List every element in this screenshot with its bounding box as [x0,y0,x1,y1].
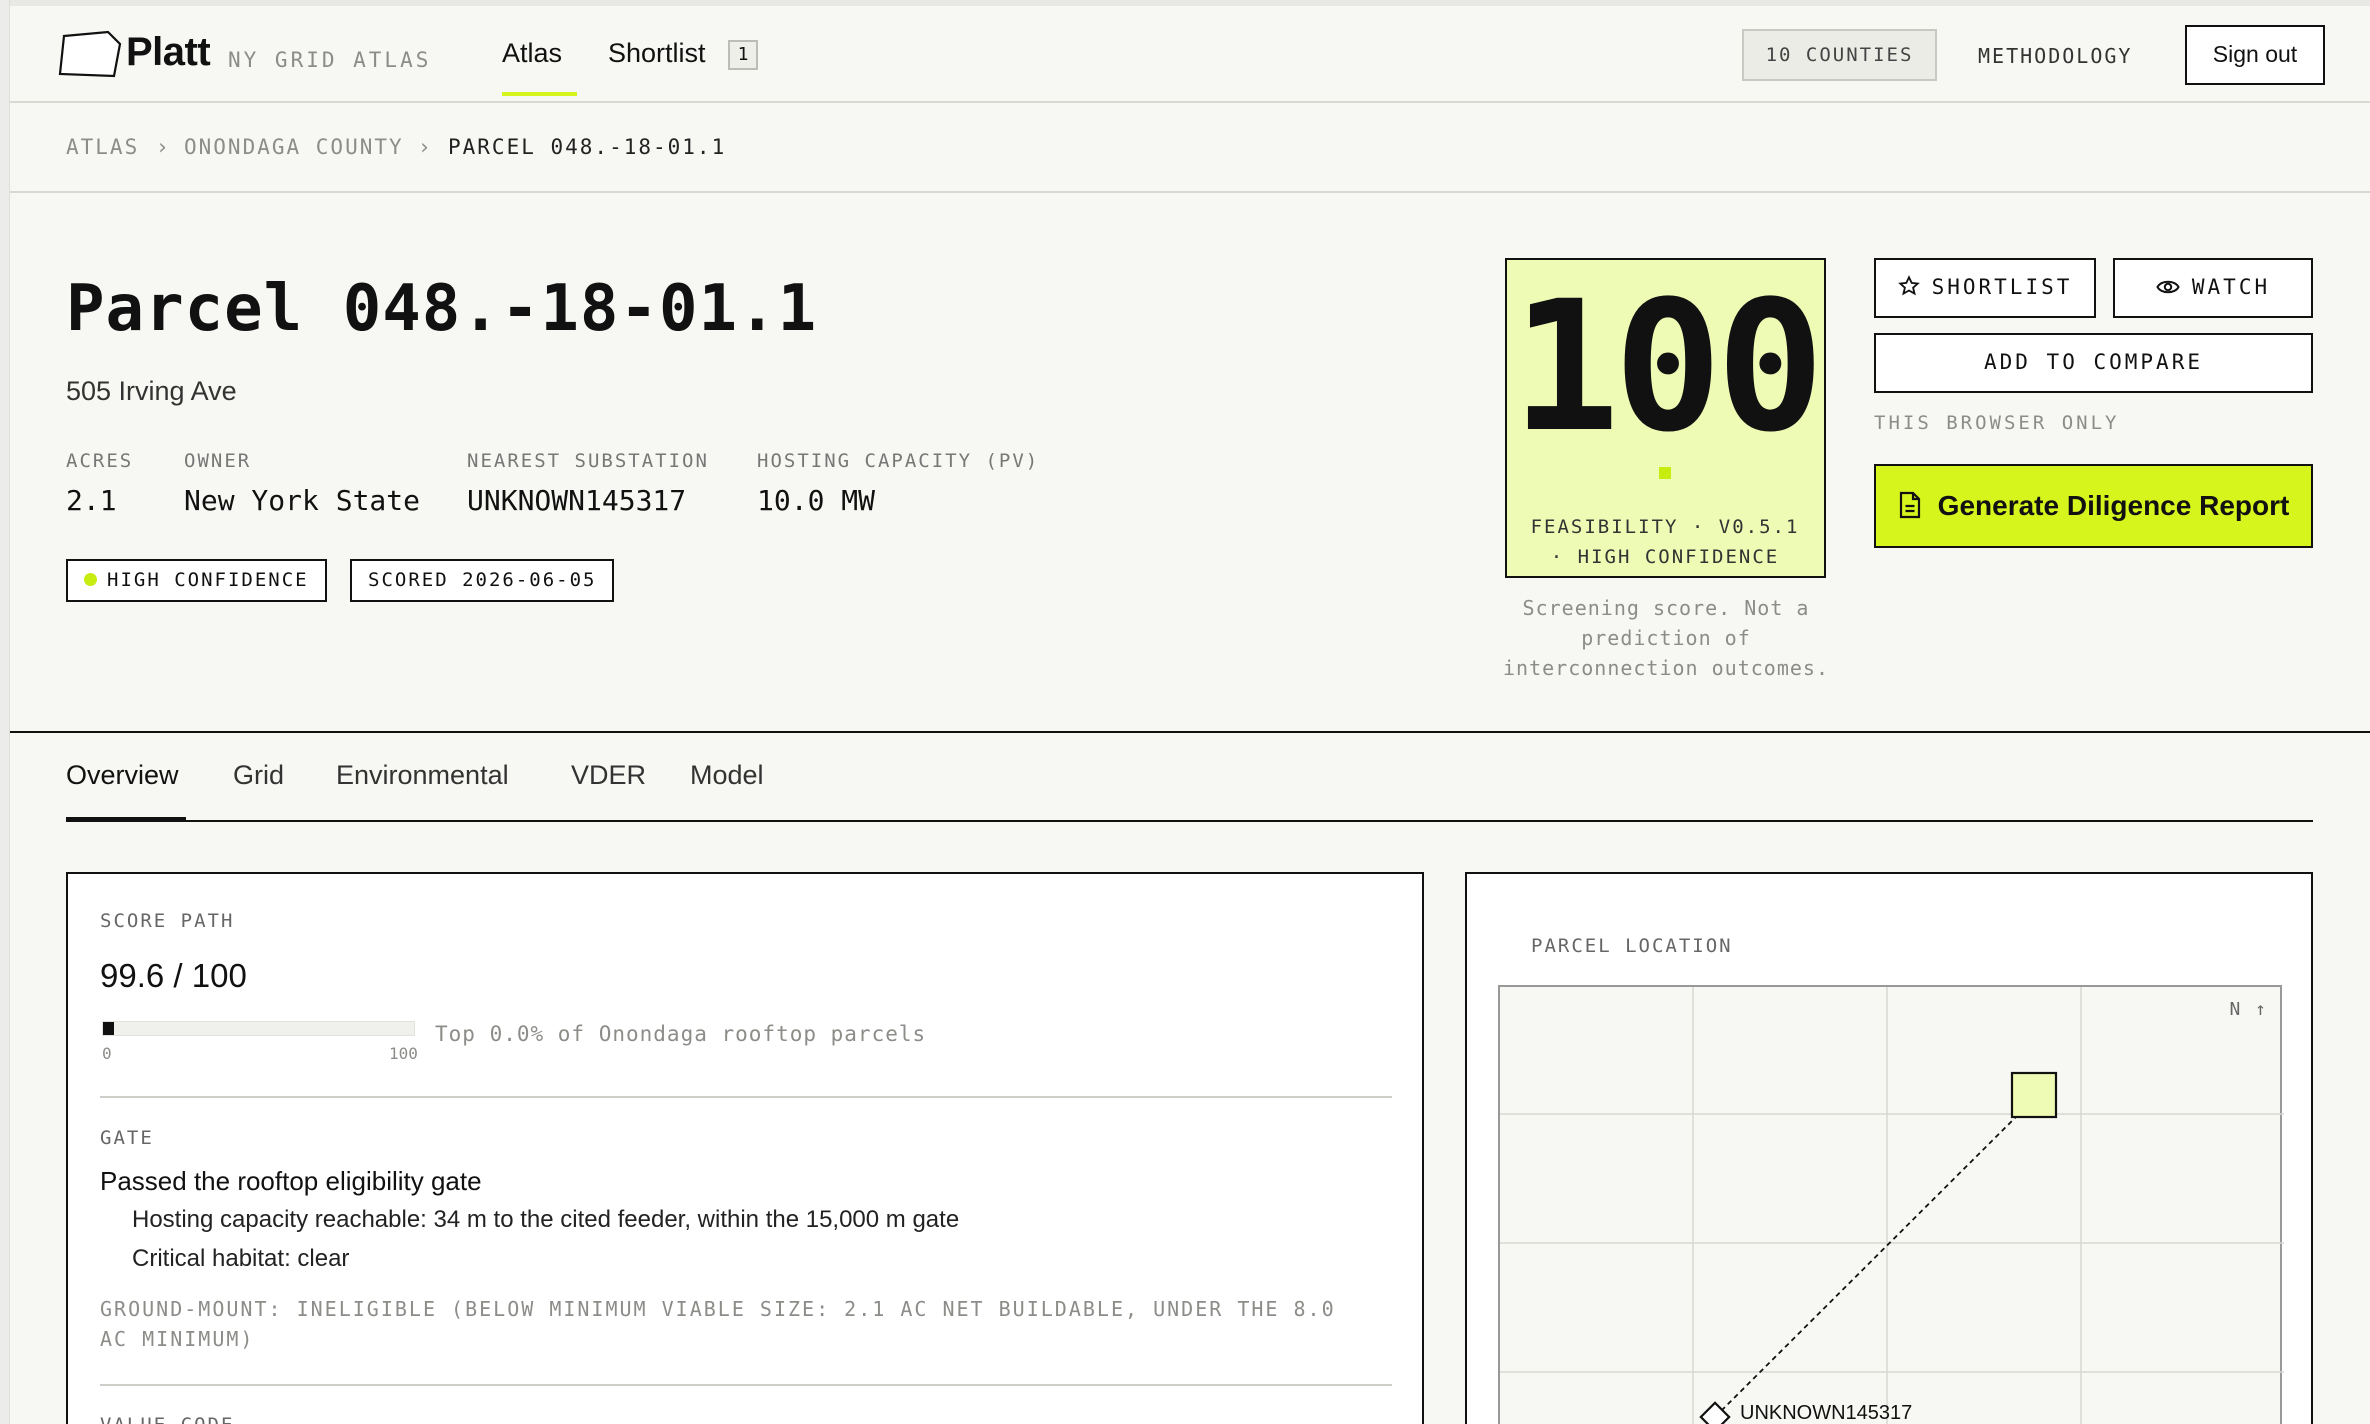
shortlist-count-badge: 1 [728,40,758,70]
parcel-marker[interactable] [2010,1071,2058,1119]
ground-mount-note: GROUND-MOUNT: INELIGIBLE (BELOW MINIMUM … [100,1297,1336,1351]
stat-value-substation: UNKNOWN145317 [467,484,687,517]
breadcrumb-county[interactable]: ONONDAGA COUNTY [184,135,404,159]
scored-date-badge: SCORED 2026-06-05 [350,559,615,602]
stat-label-owner: OWNER [184,450,252,472]
value-code-label: VALUE CODE [100,1414,234,1424]
brand-subtitle: NY GRID ATLAS [228,48,432,72]
gate-item: Hosting capacity reachable: 34 m to the … [132,1206,960,1233]
score-disclaimer: Screening score. Not a prediction of int… [1492,593,1840,683]
brand-name[interactable]: Platt [126,30,211,75]
generate-diligence-report-button[interactable]: Generate Diligence Report [1874,464,2313,548]
score-path-label: SCORE PATH [100,910,235,932]
substation-marker-icon[interactable] [1699,1401,1731,1424]
top-header: Platt NY GRID ATLAS Atlas Shortlist 1 10… [10,6,2370,103]
status-dot-icon [84,573,97,586]
platt-logo-icon[interactable] [58,30,124,80]
tab-model[interactable]: Model [690,760,764,791]
shortlist-button[interactable]: SHORTLIST [1874,258,2096,318]
stat-value-acres: 2.1 [66,484,117,517]
stat-value-hosting-capacity: 10.0 MW [757,484,876,517]
map-grid [1500,987,2284,1424]
stat-label-acres: ACRES [66,450,134,472]
sign-out-button[interactable]: Sign out [2185,25,2325,85]
document-icon [1899,491,1920,519]
substation-map-label: UNKNOWN145317 [1740,1402,1913,1424]
window-left-edge [0,0,10,1424]
score-marker [1659,467,1671,479]
score-progress-marker [103,1022,114,1035]
breadcrumb: ATLAS › ONONDAGA COUNTY › PARCEL 048.-18… [10,103,2370,193]
north-arrow-icon: N ↑ [2229,999,2268,1020]
stat-label-hosting-capacity: HOSTING CAPACITY (PV) [757,450,1040,472]
map-canvas [1500,987,2284,1424]
parcel-location-map[interactable]: N ↑ UNKNOWN145317 [1498,985,2284,1424]
feasibility-score: 100 [1511,263,1824,472]
tabs-baseline [66,820,2313,822]
tab-grid[interactable]: Grid [233,760,284,791]
eye-icon [2156,280,2180,294]
score-path-value: 99.6 / 100 [100,957,247,994]
generate-report-label: Generate Diligence Report [1937,490,2290,521]
gate-title: Passed the rooftop eligibility gate [100,1166,482,1196]
breadcrumb-atlas[interactable]: ATLAS [66,135,139,159]
breadcrumb-separator: › [418,135,433,159]
score-footer-confidence: · HIGH CONFIDENCE [1550,546,1780,568]
nav-shortlist[interactable]: Shortlist [608,38,706,69]
tab-active-indicator [66,817,186,822]
panel-divider [100,1384,1392,1386]
breadcrumb-separator: › [156,135,171,159]
nav-active-indicator [502,92,577,96]
counties-button[interactable]: 10 COUNTIES [1742,29,1937,81]
parcel-location-panel: PARCEL LOCATION N ↑ UNKNOWN145317 [1465,872,2313,1424]
confidence-badge-label: HIGH CONFIDENCE [107,569,309,591]
score-progress-bar [102,1021,415,1036]
watch-button-label: WATCH [2191,275,2271,299]
tab-overview[interactable]: Overview [66,760,179,791]
parcel-location-label: PARCEL LOCATION [1531,935,1733,957]
score-disclaimer-line: prediction of [1581,626,1751,650]
add-to-compare-button[interactable]: ADD TO COMPARE [1874,333,2313,393]
nav-atlas[interactable]: Atlas [502,38,562,69]
bar-min-label: 0 [102,1044,112,1063]
bar-max-label: 100 [389,1044,418,1063]
methodology-link[interactable]: METHODOLOGY [1978,44,2132,68]
stat-value-owner: New York State [184,484,421,517]
score-footer: FEASIBILITY · V0.5.1 · HIGH CONFIDENCE [1507,512,1823,572]
confidence-badge: HIGH CONFIDENCE [66,559,327,602]
watch-button[interactable]: WATCH [2113,258,2313,318]
score-footer-version: FEASIBILITY · V0.5.1 [1530,516,1800,538]
browser-only-note: THIS BROWSER ONLY [1874,412,2120,434]
star-icon [1897,275,1920,296]
gate-label: GATE [100,1127,154,1149]
shortlist-button-label: SHORTLIST [1931,275,2073,299]
score-disclaimer-line: interconnection outcomes. [1502,656,1830,680]
tab-vder[interactable]: VDER [571,760,646,791]
percentile-caption: Top 0.0% of Onondaga rooftop parcels [435,1022,927,1046]
page-title: Parcel 048.-18-01.1 [66,272,818,346]
breadcrumb-parcel: PARCEL 048.-18-01.1 [448,135,727,159]
parcel-address: 505 Irving Ave [66,376,237,406]
feeder-connection-line [1714,1094,2039,1418]
panel-divider [100,1096,1392,1098]
feasibility-score-card: 100 FEASIBILITY · V0.5.1 · HIGH CONFIDEN… [1505,258,1826,578]
gate-item: Critical habitat: clear [132,1245,350,1272]
score-disclaimer-line: Screening score. Not a [1522,596,1810,620]
stat-label-substation: NEAREST SUBSTATION [467,450,709,472]
tab-environmental[interactable]: Environmental [336,760,509,791]
score-path-panel: SCORE PATH 99.6 / 100 0 100 Top 0.0% of … [66,872,1424,1424]
section-divider [10,731,2370,733]
